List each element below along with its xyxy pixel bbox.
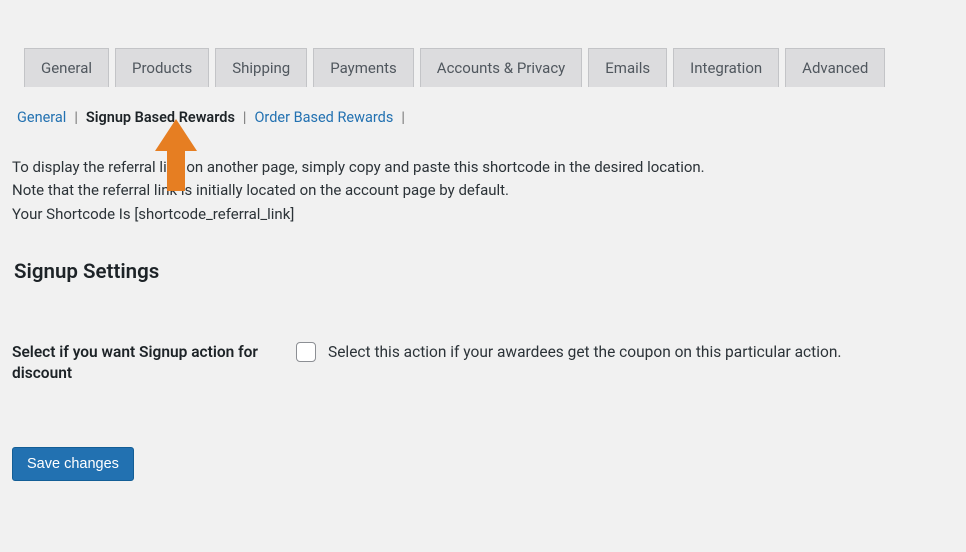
description-line3: Your Shortcode Is [shortcode_referral_li… bbox=[12, 203, 966, 226]
settings-heading: Signup Settings bbox=[0, 226, 966, 284]
arrow-up-icon bbox=[155, 119, 197, 195]
subtab-general[interactable]: General bbox=[15, 109, 68, 126]
form-row-signup-action: Select if you want Signup action for dis… bbox=[0, 284, 966, 385]
signup-action-checkbox[interactable] bbox=[296, 342, 316, 362]
separator: | bbox=[243, 109, 247, 126]
tab-shipping[interactable]: Shipping bbox=[215, 48, 307, 87]
tab-payments[interactable]: Payments bbox=[313, 48, 414, 87]
tab-products[interactable]: Products bbox=[115, 48, 209, 87]
separator: | bbox=[401, 109, 405, 126]
form-label: Select if you want Signup action for dis… bbox=[12, 342, 296, 385]
tab-accounts-privacy[interactable]: Accounts & Privacy bbox=[420, 48, 582, 87]
checkbox-description: Select this action if your awardees get … bbox=[328, 343, 842, 361]
tab-integration[interactable]: Integration bbox=[673, 48, 779, 87]
separator: | bbox=[74, 109, 78, 126]
sub-tabs: General | Signup Based Rewards | Order B… bbox=[0, 87, 966, 126]
tab-emails[interactable]: Emails bbox=[588, 48, 667, 87]
subtab-order-based-rewards[interactable]: Order Based Rewards bbox=[252, 109, 395, 126]
description-block: To display the referral link on another … bbox=[0, 126, 966, 226]
form-control: Select this action if your awardees get … bbox=[296, 342, 842, 362]
main-tabs: General Products Shipping Payments Accou… bbox=[0, 0, 966, 87]
tab-advanced[interactable]: Advanced bbox=[785, 48, 885, 87]
tab-general[interactable]: General bbox=[24, 48, 109, 87]
save-changes-button[interactable]: Save changes bbox=[12, 447, 134, 481]
